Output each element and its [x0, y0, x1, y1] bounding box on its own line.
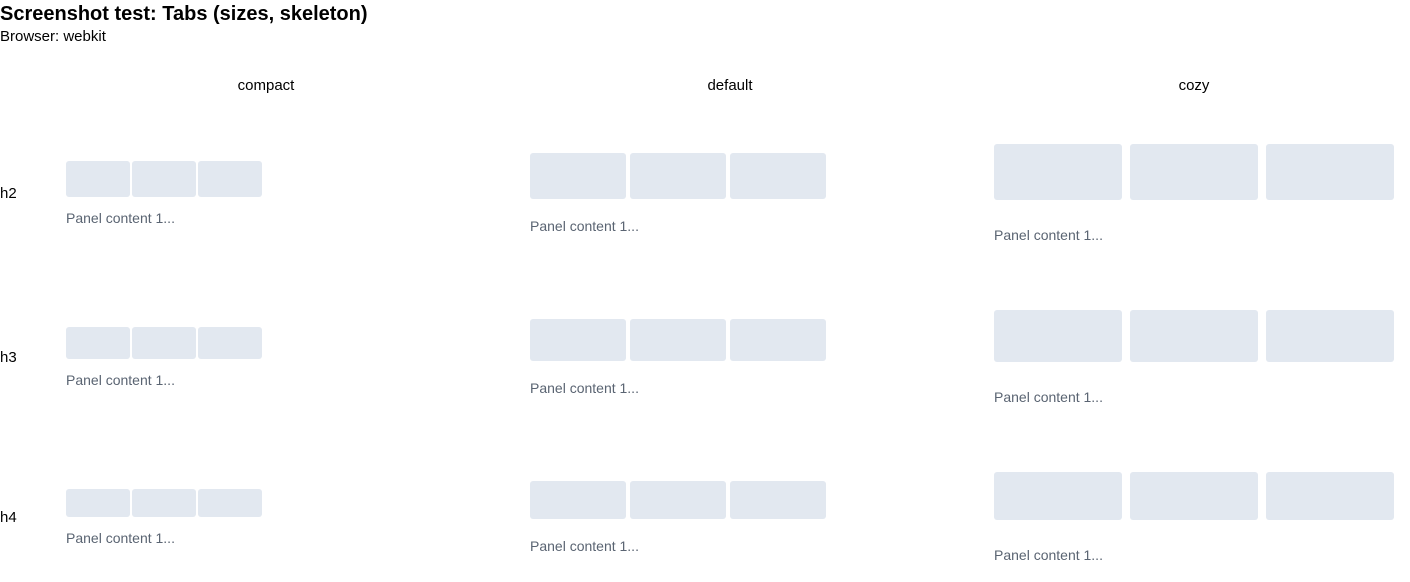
- tabs-default-h4: Panel content 1...: [530, 481, 830, 554]
- tab-skeleton[interactable]: [1130, 310, 1258, 362]
- tab-skeleton[interactable]: [630, 153, 726, 199]
- tab-skeleton[interactable]: [132, 327, 196, 359]
- tab-skeleton[interactable]: [1266, 144, 1394, 200]
- tab-panel-content: Panel content 1...: [66, 210, 175, 226]
- tab-list: [66, 327, 264, 359]
- tab-skeleton[interactable]: [198, 327, 262, 359]
- tabs-cozy-h4: Panel content 1...: [994, 472, 1402, 563]
- tab-list: [530, 481, 830, 519]
- row-label-h4: h4: [0, 509, 17, 526]
- tabs-cozy-h2: Panel content 1...: [994, 144, 1402, 243]
- tabs-compact-h3: Panel content 1...: [66, 327, 264, 388]
- tab-skeleton[interactable]: [198, 161, 262, 197]
- tab-skeleton[interactable]: [132, 489, 196, 517]
- browser-label: Browser: webkit: [0, 28, 106, 45]
- tabs-compact-h4: Panel content 1...: [66, 489, 264, 546]
- row-label-h2: h2: [0, 185, 17, 202]
- tab-skeleton[interactable]: [630, 481, 726, 519]
- tab-skeleton[interactable]: [530, 153, 626, 199]
- tab-skeleton[interactable]: [994, 310, 1122, 362]
- tab-skeleton[interactable]: [66, 327, 130, 359]
- row-label-h3: h3: [0, 349, 17, 366]
- tab-panel-content: Panel content 1...: [994, 547, 1103, 563]
- tab-skeleton[interactable]: [1130, 472, 1258, 520]
- tab-skeleton[interactable]: [132, 161, 196, 197]
- tab-skeleton[interactable]: [1130, 144, 1258, 200]
- column-header-cozy: cozy: [1178, 77, 1210, 94]
- tab-skeleton[interactable]: [730, 319, 826, 361]
- tab-list: [530, 319, 830, 361]
- tab-panel-content: Panel content 1...: [994, 227, 1103, 243]
- tab-skeleton[interactable]: [730, 481, 826, 519]
- tab-skeleton[interactable]: [730, 153, 826, 199]
- tab-list: [994, 310, 1402, 362]
- tab-skeleton[interactable]: [1266, 472, 1394, 520]
- tab-skeleton[interactable]: [530, 481, 626, 519]
- tab-skeleton[interactable]: [994, 144, 1122, 200]
- tab-skeleton[interactable]: [630, 319, 726, 361]
- tab-list: [530, 153, 830, 199]
- tab-panel-content: Panel content 1...: [530, 538, 639, 554]
- column-header-compact: compact: [237, 77, 295, 94]
- tab-panel-content: Panel content 1...: [530, 380, 639, 396]
- tab-skeleton[interactable]: [198, 489, 262, 517]
- tab-skeleton[interactable]: [530, 319, 626, 361]
- tabs-default-h2: Panel content 1...: [530, 153, 830, 234]
- tabs-default-h3: Panel content 1...: [530, 319, 830, 396]
- tab-list: [66, 489, 264, 517]
- tab-list: [994, 144, 1402, 200]
- tab-panel-content: Panel content 1...: [994, 389, 1103, 405]
- tab-skeleton[interactable]: [66, 489, 130, 517]
- tab-panel-content: Panel content 1...: [66, 530, 175, 546]
- tab-skeleton[interactable]: [66, 161, 130, 197]
- tab-panel-content: Panel content 1...: [530, 218, 639, 234]
- tabs-cozy-h3: Panel content 1...: [994, 310, 1402, 405]
- tab-list: [994, 472, 1402, 520]
- tab-panel-content: Panel content 1...: [66, 372, 175, 388]
- tab-skeleton[interactable]: [994, 472, 1122, 520]
- column-header-default: default: [707, 77, 753, 94]
- page-title: Screenshot test: Tabs (sizes, skeleton): [0, 3, 368, 25]
- tab-skeleton[interactable]: [1266, 310, 1394, 362]
- tab-list: [66, 161, 264, 197]
- tabs-compact-h2: Panel content 1...: [66, 161, 264, 226]
